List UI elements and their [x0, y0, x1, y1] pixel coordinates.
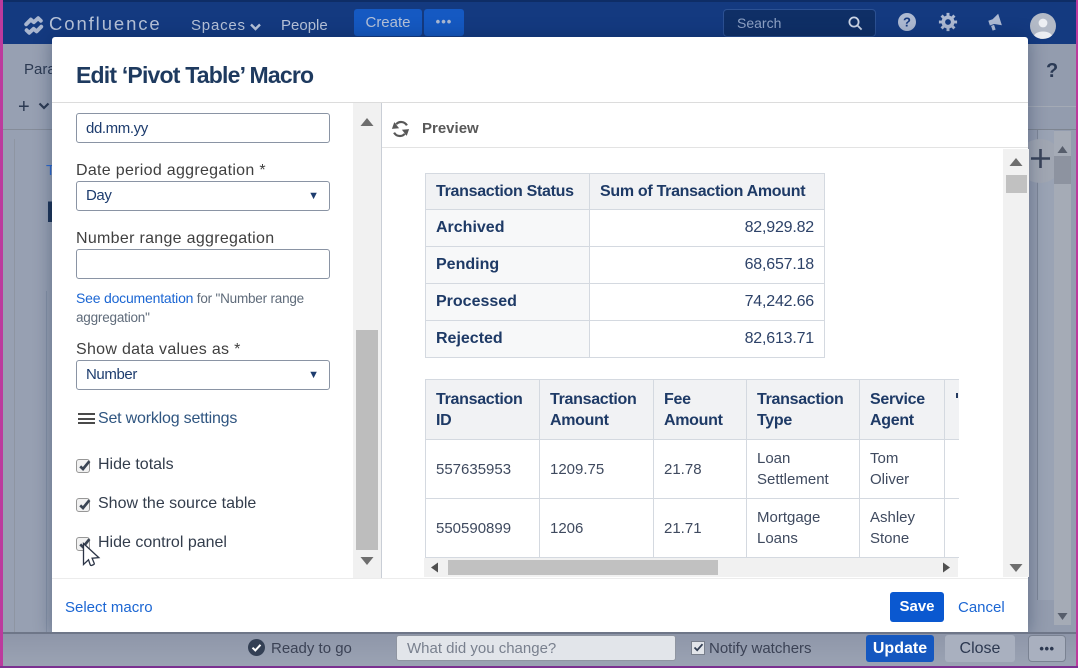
svg-text:?: ? [903, 15, 911, 30]
